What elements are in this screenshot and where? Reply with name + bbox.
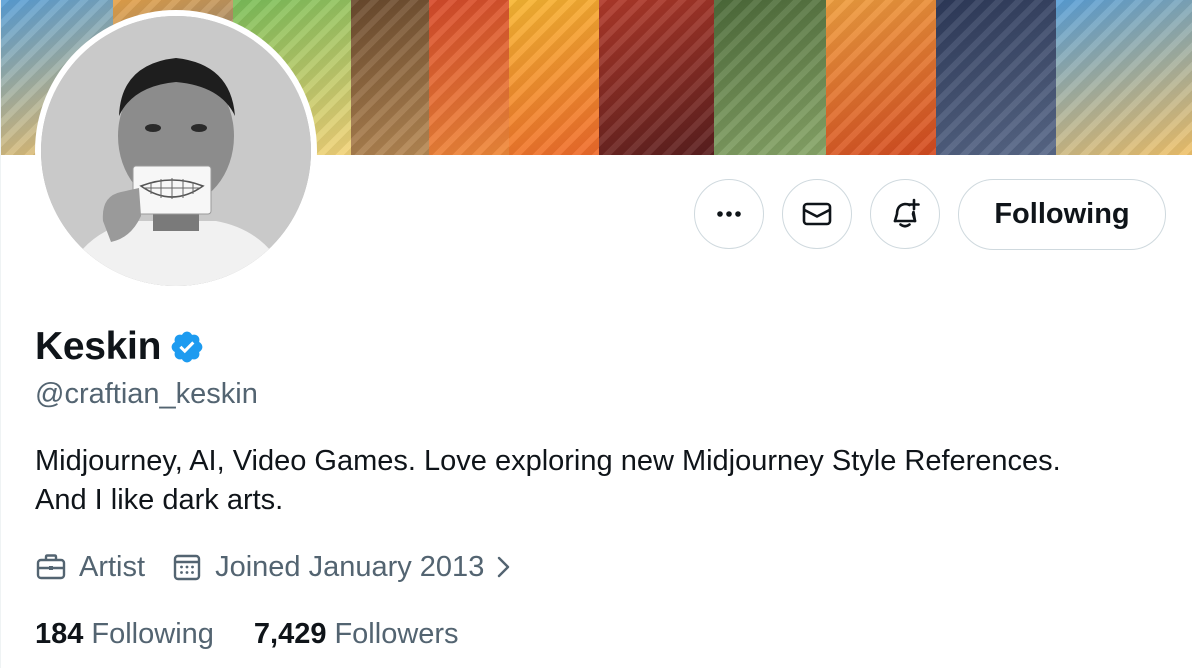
- more-horizontal-icon: [717, 211, 741, 217]
- profile-avatar[interactable]: [35, 10, 317, 292]
- bio-line: Midjourney, AI, Video Games. Love explor…: [35, 445, 1061, 477]
- banner-art-panel: [936, 0, 1056, 155]
- calendar-icon: [173, 554, 201, 581]
- bell-plus-icon: [893, 198, 920, 228]
- following-count-link[interactable]: 184 Following: [35, 618, 214, 651]
- following-label: Following: [91, 617, 214, 650]
- envelope-icon: [802, 202, 832, 226]
- joined-date-item[interactable]: Joined January 2013: [171, 551, 526, 584]
- profile-stats: 184 Following 7,429 Followers: [35, 614, 499, 654]
- profile-handle: @craftian_keskin: [35, 378, 258, 410]
- profession-item: Artist: [35, 551, 145, 584]
- following-button-label: Following: [994, 198, 1130, 230]
- profile-page: Following Keskin @craftian_keskin Midjou…: [0, 0, 1192, 668]
- display-name: Keskin: [35, 325, 162, 368]
- profession-text: Artist: [79, 550, 146, 583]
- chevron-right-icon: [498, 556, 510, 578]
- message-button[interactable]: [782, 179, 852, 249]
- banner-art-panel: [714, 0, 826, 155]
- followers-count: 7,429: [253, 617, 327, 650]
- notifications-button[interactable]: [870, 179, 940, 249]
- banner-art-panel: [599, 0, 714, 155]
- joined-text: Joined January 2013: [215, 550, 485, 583]
- following-count: 184: [35, 617, 84, 650]
- verified-badge-icon[interactable]: [169, 329, 205, 365]
- more-options-button[interactable]: [694, 179, 764, 249]
- banner-art-panel: [1056, 0, 1192, 155]
- banner-art-panel: [509, 0, 599, 155]
- banner-art-panel: [826, 0, 936, 155]
- banner-art-panel: [351, 0, 429, 155]
- profile-meta: Artist Joined January 2013: [35, 546, 526, 588]
- profile-name-row: Keskin: [35, 322, 205, 372]
- followers-count-link[interactable]: 7,429 Followers: [254, 618, 459, 651]
- bio-line: And I like dark arts.: [35, 484, 284, 516]
- briefcase-icon: [36, 554, 66, 580]
- followers-label: Followers: [334, 617, 459, 650]
- avatar-portrait-icon: [41, 16, 311, 286]
- avatar-photo: [41, 16, 311, 286]
- profile-bio: Midjourney, AI, Video Games. Love explor…: [35, 442, 1155, 520]
- following-button[interactable]: Following: [958, 179, 1166, 250]
- banner-art-panel: [429, 0, 509, 155]
